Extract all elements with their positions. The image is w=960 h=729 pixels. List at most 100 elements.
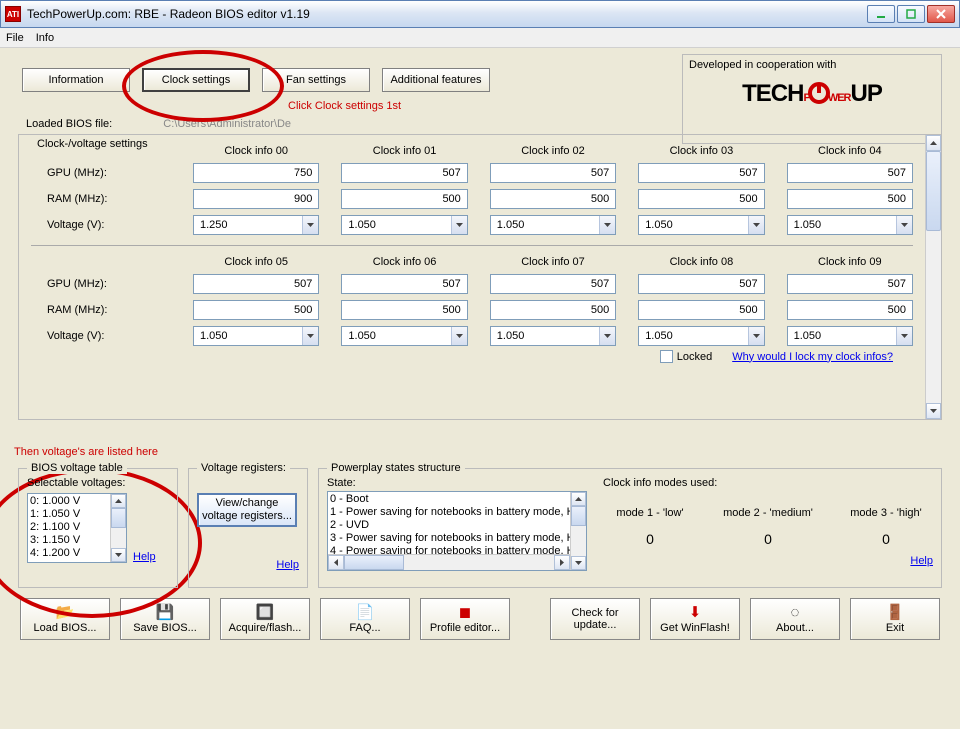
check-update-button[interactable]: Check for update... bbox=[550, 598, 640, 640]
maximize-button[interactable] bbox=[897, 5, 925, 23]
volt-03[interactable]: 1.050 bbox=[638, 215, 764, 235]
floppy-disk-icon: 💾 bbox=[156, 605, 175, 620]
download-icon: ⬇ bbox=[689, 605, 702, 620]
get-winflash-button[interactable]: ⬇Get WinFlash! bbox=[650, 598, 740, 640]
volt-05[interactable]: 1.050 bbox=[193, 326, 319, 346]
load-bios-button[interactable]: 📂Load BIOS... bbox=[20, 598, 110, 640]
why-lock-link[interactable]: Why would I lock my clock infos? bbox=[732, 351, 893, 363]
volt-06[interactable]: 1.050 bbox=[341, 326, 467, 346]
faq-button[interactable]: 📄FAQ... bbox=[320, 598, 410, 640]
client-area: Developed in cooperation with TECHPWERUP… bbox=[0, 48, 960, 729]
scroll-down-icon[interactable] bbox=[571, 556, 586, 570]
ram-01[interactable]: 500 bbox=[341, 189, 467, 209]
gpu-06[interactable]: 507 bbox=[341, 274, 467, 294]
vertical-scrollbar[interactable] bbox=[925, 135, 941, 419]
ram-05[interactable]: 500 bbox=[193, 300, 319, 320]
scroll-thumb[interactable] bbox=[111, 508, 126, 528]
locked-checkbox[interactable] bbox=[660, 350, 673, 363]
scroll-up-icon[interactable] bbox=[571, 492, 586, 506]
save-bios-button[interactable]: 💾Save BIOS... bbox=[120, 598, 210, 640]
scroll-right-icon[interactable] bbox=[554, 555, 570, 570]
ram-06[interactable]: 500 bbox=[341, 300, 467, 320]
tab-information[interactable]: Information bbox=[22, 68, 130, 92]
state-list-hscroll[interactable] bbox=[328, 554, 570, 570]
list-item[interactable]: 3 - Power saving for notebooks in batter… bbox=[330, 532, 584, 545]
gpu-02[interactable]: 507 bbox=[490, 163, 616, 183]
ram-03[interactable]: 500 bbox=[638, 189, 764, 209]
clock-head-00: Clock info 00 bbox=[193, 145, 319, 157]
window-title: TechPowerUp.com: RBE - Radeon BIOS edito… bbox=[27, 7, 865, 21]
state-label: State: bbox=[327, 477, 587, 489]
acquire-flash-button[interactable]: 🔲Acquire/flash... bbox=[220, 598, 310, 640]
gpu-01[interactable]: 507 bbox=[341, 163, 467, 183]
gpu-04[interactable]: 507 bbox=[787, 163, 913, 183]
ram-00[interactable]: 900 bbox=[193, 189, 319, 209]
clock-head-01: Clock info 01 bbox=[341, 145, 467, 157]
list-item[interactable]: 0 - Boot bbox=[330, 493, 584, 506]
gpu-08[interactable]: 507 bbox=[638, 274, 764, 294]
gpu-07[interactable]: 507 bbox=[490, 274, 616, 294]
chevron-down-icon bbox=[748, 216, 764, 234]
developed-in-cooperation-box: Developed in cooperation with TECHPWERUP bbox=[682, 54, 942, 144]
voltage-help-link[interactable]: Help bbox=[133, 551, 156, 563]
ram-04[interactable]: 500 bbox=[787, 189, 913, 209]
profile-editor-button[interactable]: ◼Profile editor... bbox=[420, 598, 510, 640]
scroll-thumb[interactable] bbox=[344, 555, 404, 570]
tab-clock-settings[interactable]: Clock settings bbox=[142, 68, 250, 92]
gpu-00[interactable]: 750 bbox=[193, 163, 319, 183]
scroll-up-icon[interactable] bbox=[111, 494, 126, 508]
state-list-scrollbar[interactable] bbox=[570, 492, 586, 570]
scroll-thumb[interactable] bbox=[571, 506, 586, 526]
chevron-down-icon bbox=[451, 327, 467, 345]
mode-3-value: 0 bbox=[839, 531, 933, 547]
gpu-row-label: GPU (MHz): bbox=[31, 167, 171, 179]
scroll-down-icon[interactable] bbox=[926, 403, 941, 419]
minimize-button[interactable] bbox=[867, 5, 895, 23]
list-item[interactable]: 2 - UVD bbox=[330, 519, 584, 532]
ram-08[interactable]: 500 bbox=[638, 300, 764, 320]
volt-01[interactable]: 1.050 bbox=[341, 215, 467, 235]
volt-08[interactable]: 1.050 bbox=[638, 326, 764, 346]
scroll-down-icon[interactable] bbox=[111, 548, 126, 562]
about-button[interactable]: ◌About... bbox=[750, 598, 840, 640]
gpu-05[interactable]: 507 bbox=[193, 274, 319, 294]
menu-info[interactable]: Info bbox=[36, 32, 54, 44]
clock-head-08: Clock info 08 bbox=[638, 256, 764, 268]
voltage-listbox[interactable]: 0: 1.000 V 1: 1.050 V 2: 1.100 V 3: 1.15… bbox=[27, 493, 127, 563]
voltage-list-scrollbar[interactable] bbox=[110, 494, 126, 562]
bios-voltage-table-group: BIOS voltage table Selectable voltages: … bbox=[18, 468, 178, 588]
tab-additional-features[interactable]: Additional features bbox=[382, 68, 490, 92]
chevron-down-icon bbox=[599, 216, 615, 234]
volt-row-label: Voltage (V): bbox=[31, 219, 171, 231]
scroll-thumb[interactable] bbox=[926, 151, 941, 231]
titlebar: ATI TechPowerUp.com: RBE - Radeon BIOS e… bbox=[0, 0, 960, 28]
app-icon: ATI bbox=[5, 6, 21, 22]
volt-09[interactable]: 1.050 bbox=[787, 326, 913, 346]
selectable-voltages-label: Selectable voltages: bbox=[27, 477, 169, 489]
chevron-down-icon bbox=[302, 327, 318, 345]
close-button[interactable] bbox=[927, 5, 955, 23]
mode-1-label: mode 1 - 'low' bbox=[603, 507, 697, 519]
gpu-03[interactable]: 507 bbox=[638, 163, 764, 183]
volt-04[interactable]: 1.050 bbox=[787, 215, 913, 235]
ram-09[interactable]: 500 bbox=[787, 300, 913, 320]
scroll-left-icon[interactable] bbox=[328, 555, 344, 570]
scroll-up-icon[interactable] bbox=[926, 135, 941, 151]
registers-help-link[interactable]: Help bbox=[276, 559, 299, 571]
volt-07[interactable]: 1.050 bbox=[490, 326, 616, 346]
ram-07[interactable]: 500 bbox=[490, 300, 616, 320]
exit-button[interactable]: 🚪Exit bbox=[850, 598, 940, 640]
powerplay-help-link[interactable]: Help bbox=[910, 555, 933, 567]
list-item[interactable]: 1 - Power saving for notebooks in batter… bbox=[330, 506, 584, 519]
state-listbox[interactable]: 0 - Boot 1 - Power saving for notebooks … bbox=[327, 491, 587, 571]
volt-00[interactable]: 1.250 bbox=[193, 215, 319, 235]
chevron-down-icon bbox=[748, 327, 764, 345]
view-change-registers-button[interactable]: View/change voltage registers... bbox=[197, 493, 297, 527]
mode-1-value: 0 bbox=[603, 531, 697, 547]
tab-fan-settings[interactable]: Fan settings bbox=[262, 68, 370, 92]
gpu-09[interactable]: 507 bbox=[787, 274, 913, 294]
folder-open-icon: 📂 bbox=[56, 605, 75, 620]
menu-file[interactable]: File bbox=[6, 32, 24, 44]
volt-02[interactable]: 1.050 bbox=[490, 215, 616, 235]
ram-02[interactable]: 500 bbox=[490, 189, 616, 209]
